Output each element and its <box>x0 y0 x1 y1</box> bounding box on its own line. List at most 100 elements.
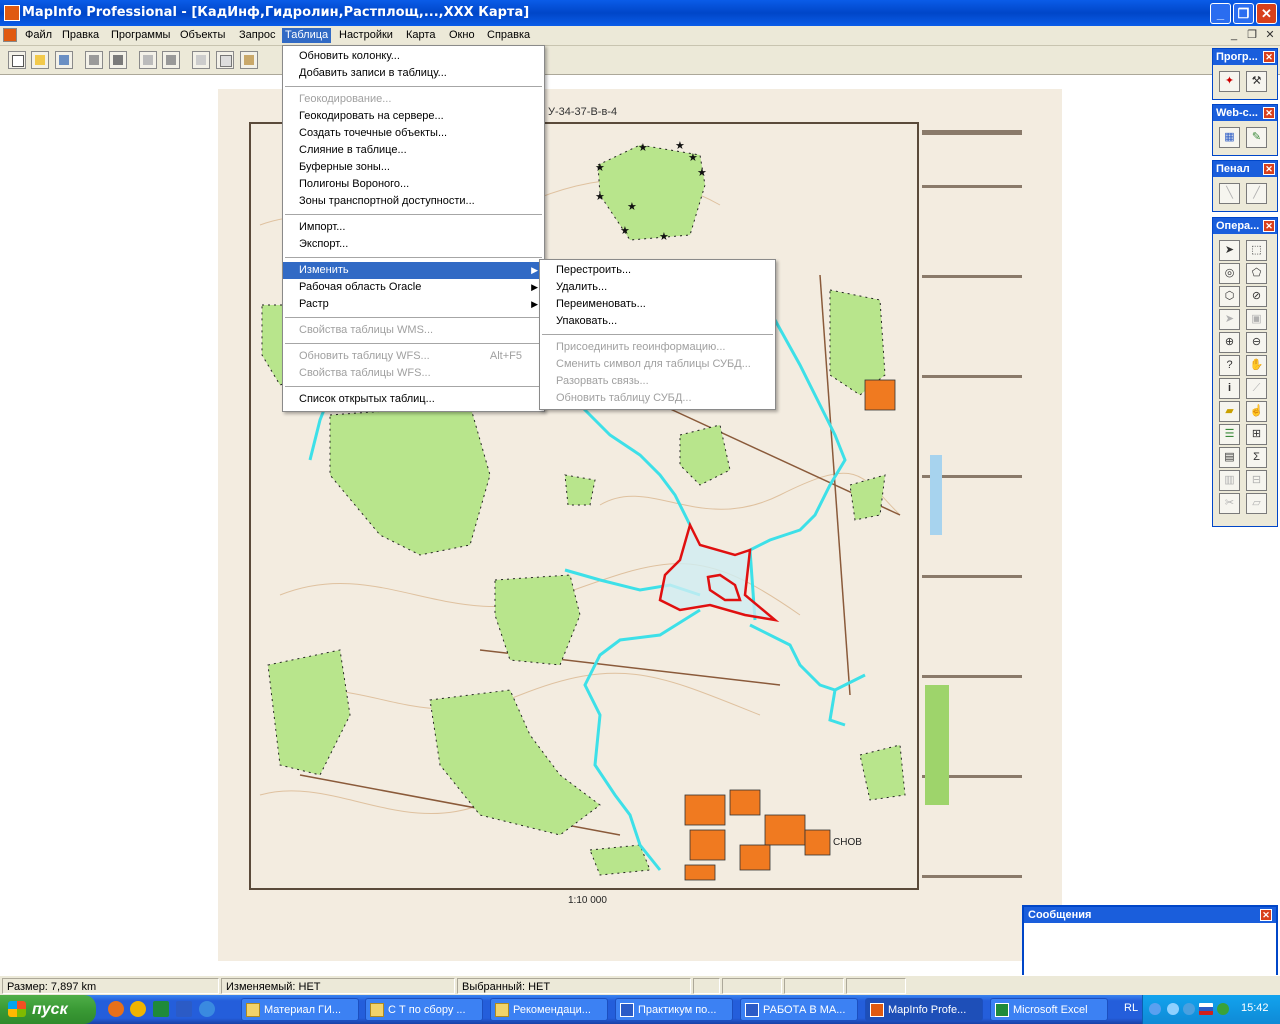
close-icon[interactable]: ✕ <box>1263 51 1275 63</box>
menu-drivetime[interactable]: Зоны транспортной доступности... <box>283 193 544 210</box>
clip-icon[interactable]: ✂ <box>1219 493 1240 514</box>
menu-pack[interactable]: Упаковать... <box>540 313 775 330</box>
web-map-icon[interactable]: ▦ <box>1219 127 1240 148</box>
menu-create-points[interactable]: Создать точечные объекты... <box>283 125 544 142</box>
boundary-select-icon[interactable]: ⬡ <box>1219 286 1240 307</box>
excel-quicklaunch-icon[interactable] <box>153 1001 169 1017</box>
change-view-icon[interactable]: ? <box>1219 355 1240 376</box>
ie-quicklaunch-icon[interactable] <box>199 1001 215 1017</box>
menu-oracle-workspace[interactable]: Рабочая область Oracle ▶ <box>283 279 544 296</box>
menu-voronoi[interactable]: Полигоны Вороного... <box>283 176 544 193</box>
legend-icon[interactable]: ▤ <box>1219 447 1240 468</box>
close-icon[interactable]: ✕ <box>1263 220 1275 232</box>
layer-control-icon[interactable]: ☰ <box>1219 424 1240 445</box>
status-selected[interactable]: Выбранный: НЕТ <box>457 978 691 994</box>
graph-select-icon[interactable]: ▣ <box>1246 309 1267 330</box>
menu-geocode-server[interactable]: Геокодировать на сервере... <box>283 108 544 125</box>
mdi-close-button[interactable]: ✕ <box>1262 28 1278 42</box>
marquee-select-icon[interactable]: ⬚ <box>1246 240 1267 261</box>
open-icon[interactable] <box>31 51 49 69</box>
drag-map-icon[interactable]: ☝ <box>1246 401 1267 422</box>
label-icon[interactable]: ▱ <box>1246 493 1267 514</box>
quicklaunch-icon[interactable] <box>130 1001 146 1017</box>
menu-map[interactable]: Карта <box>403 28 438 43</box>
open-workspace-icon[interactable] <box>55 51 73 69</box>
radius-select-icon[interactable]: ◎ <box>1219 263 1240 284</box>
word-quicklaunch-icon[interactable] <box>176 1001 192 1017</box>
tray-arrow-icon[interactable] <box>1149 1003 1161 1015</box>
info-icon[interactable]: i <box>1219 378 1240 399</box>
save-workspace-icon[interactable] <box>109 51 127 69</box>
task-word-practicum[interactable]: Практикум по... <box>615 998 733 1021</box>
statistics-icon[interactable]: Σ <box>1246 447 1267 468</box>
task-word-rabota[interactable]: РАБОТА В МА... <box>740 998 858 1021</box>
runner-icon[interactable]: ✦ <box>1219 71 1240 92</box>
task-excel[interactable]: Microsoft Excel <box>990 998 1108 1021</box>
flag-icon[interactable] <box>1199 1003 1213 1015</box>
close-icon[interactable]: ✕ <box>1263 107 1275 119</box>
task-mapinfo[interactable]: MapInfo Profe... <box>865 998 983 1021</box>
menu-window[interactable]: Окно <box>446 28 478 43</box>
menu-settings[interactable]: Настройки <box>336 28 396 43</box>
clock[interactable]: 15:42 <box>1241 1002 1269 1014</box>
paste-icon[interactable] <box>240 51 258 69</box>
print-icon[interactable] <box>162 51 180 69</box>
menu-objects[interactable]: Объекты <box>177 28 228 43</box>
minimize-button[interactable]: _ <box>1210 3 1231 24</box>
menu-restructure[interactable]: Перестроить... <box>540 262 775 279</box>
status-size[interactable]: Размер: 7,897 km <box>2 978 219 994</box>
map-window[interactable]: ★ ★ ★ ★ ★ ★ ★ ★ ★ У-34-37-В-в-4 СНОВ 1:1… <box>0 75 1212 975</box>
start-button[interactable]: пуск <box>0 995 96 1024</box>
grabber-icon[interactable]: ✋ <box>1246 355 1267 376</box>
restore-button[interactable]: ❐ <box>1233 3 1254 24</box>
tray-icon[interactable] <box>1167 1003 1179 1015</box>
drawing-toolbar[interactable]: Пенал ✕ ╲ ╱ <box>1212 160 1278 212</box>
line-icon[interactable]: ╲ <box>1219 183 1240 204</box>
status-editable[interactable]: Изменяемый: НЕТ <box>221 978 455 994</box>
menu-rename[interactable]: Переименовать... <box>540 296 775 313</box>
firefox-icon[interactable] <box>108 1001 124 1017</box>
menu-combine[interactable]: Слияние в таблице... <box>283 142 544 159</box>
polyline-icon[interactable]: ╱ <box>1246 183 1267 204</box>
task-folder-materials[interactable]: Материал ГИ... <box>241 998 359 1021</box>
web-service-icon[interactable]: ✎ <box>1246 127 1267 148</box>
menu-update-column[interactable]: Обновить колонку... <box>283 48 544 65</box>
network-icon[interactable] <box>1183 1003 1195 1015</box>
distance-icon[interactable]: ⊞ <box>1246 424 1267 445</box>
unselect-icon[interactable]: ➤ <box>1219 309 1240 330</box>
language-indicator[interactable]: RL <box>1124 1002 1138 1014</box>
invert-select-icon[interactable]: ⊘ <box>1246 286 1267 307</box>
browser-icon[interactable]: ▥ <box>1219 470 1240 491</box>
menu-export[interactable]: Экспорт... <box>283 236 544 253</box>
ruler-icon[interactable]: ▰ <box>1219 401 1240 422</box>
hotlink-icon[interactable]: ⟋ <box>1246 378 1267 399</box>
main-operations-toolbar[interactable]: Опера... ✕ ➤ ⬚ ◎ ⬠ ⬡ ⊘ ➤ ▣ ⊕ ⊖ ? ✋ i ⟋ ▰ … <box>1212 217 1278 527</box>
mdi-restore-button[interactable]: ❐ <box>1244 28 1260 42</box>
menu-open-tables-list[interactable]: Список открытых таблиц... <box>283 391 544 408</box>
menu-maintenance[interactable]: Изменить ▶ <box>283 262 544 279</box>
close-button[interactable]: ✕ <box>1256 3 1277 24</box>
cut-icon[interactable] <box>192 51 210 69</box>
task-folder-recommendations[interactable]: Рекомендаци... <box>490 998 608 1021</box>
zoom-in-icon[interactable]: ⊕ <box>1219 332 1240 353</box>
menu-file[interactable]: Файл <box>22 28 55 43</box>
zoom-out-icon[interactable]: ⊖ <box>1246 332 1267 353</box>
new-icon[interactable] <box>8 51 26 69</box>
tool-manager-icon[interactable]: ⚒ <box>1246 71 1267 92</box>
menu-help[interactable]: Справка <box>484 28 533 43</box>
web-services-toolbar[interactable]: Web-с... ✕ ▦ ✎ <box>1212 104 1278 156</box>
menu-edit[interactable]: Правка <box>59 28 102 43</box>
task-folder-st[interactable]: С Т по сбору ... <box>365 998 483 1021</box>
mdi-minimize-button[interactable]: _ <box>1226 28 1242 42</box>
map-canvas[interactable]: ★★ ★ ★★★ ★★ ★ У-34-37-В-в-4 СНОВ 1:10 00… <box>0 75 1212 975</box>
menu-buffer[interactable]: Буферные зоны... <box>283 159 544 176</box>
menu-programs[interactable]: Программы <box>108 28 173 43</box>
save-icon[interactable] <box>85 51 103 69</box>
select-arrow-icon[interactable]: ➤ <box>1219 240 1240 261</box>
print-preview-icon[interactable] <box>139 51 157 69</box>
programs-toolbar[interactable]: Прогр... ✕ ✦ ⚒ <box>1212 48 1278 100</box>
menu-query[interactable]: Запрос <box>236 28 278 43</box>
menu-raster[interactable]: Растр ▶ <box>283 296 544 313</box>
antivirus-icon[interactable] <box>1217 1003 1229 1015</box>
copy-icon[interactable] <box>216 51 234 69</box>
